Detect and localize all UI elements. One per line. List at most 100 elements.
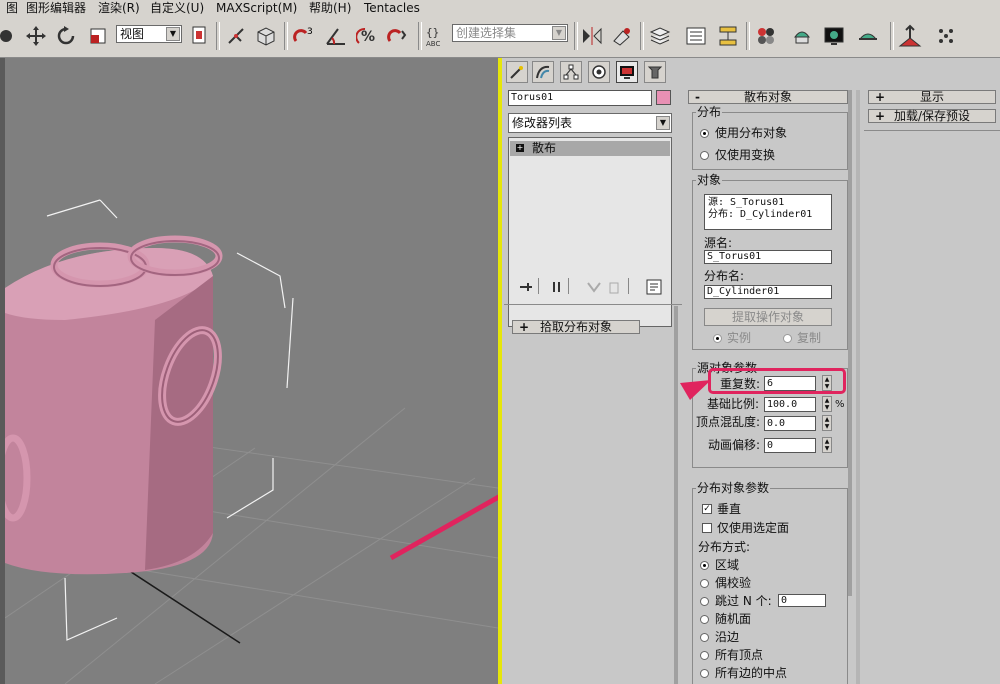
radio-skip-n[interactable] xyxy=(700,597,709,606)
object-name-field[interactable]: Torus01 xyxy=(508,90,652,106)
rendered-frame-icon[interactable] xyxy=(820,21,848,51)
highlight-box xyxy=(708,368,846,394)
pivot-center-icon[interactable] xyxy=(186,21,214,51)
radio-all-edge-midpoints[interactable] xyxy=(700,669,709,678)
chevron-down-icon: ▼ xyxy=(166,27,180,41)
extract-operand-button[interactable]: 提取操作对象 xyxy=(704,308,832,326)
scale-icon[interactable] xyxy=(84,21,112,51)
radio-copy[interactable] xyxy=(783,334,792,343)
right-scroll-track[interactable] xyxy=(856,90,860,684)
radio-use-dist-object[interactable] xyxy=(700,129,709,138)
scatter-scroll-track[interactable] xyxy=(848,90,852,596)
expand-sign-icon: + xyxy=(875,109,886,123)
label-skip-n: 跳过 N 个: xyxy=(715,594,772,608)
move-icon[interactable] xyxy=(22,21,50,51)
tab-modify[interactable] xyxy=(532,61,554,83)
hierarchy-tool-icon[interactable] xyxy=(896,21,924,51)
named-selection-combo[interactable]: 创建选择集 ▼ xyxy=(452,24,568,42)
checkbox-selected-faces[interactable] xyxy=(702,523,712,533)
snap-3d-icon[interactable]: 3 xyxy=(290,21,318,51)
rollout-pick-distribution[interactable]: + 拾取分布对象 xyxy=(512,320,640,334)
radio-area[interactable] xyxy=(700,561,709,570)
base-scale-spinner[interactable]: ▲ ▼ xyxy=(822,396,832,412)
box-icon[interactable] xyxy=(252,21,280,51)
menu-graph[interactable]: 图 xyxy=(6,1,18,16)
align-icon[interactable] xyxy=(608,21,636,51)
render-setup-icon[interactable] xyxy=(788,21,816,51)
vertex-chaos-field[interactable]: 0.0 xyxy=(764,416,816,431)
base-scale-field[interactable]: 100.0 xyxy=(764,397,816,412)
curve-editor-icon[interactable] xyxy=(682,21,710,51)
menu-customize[interactable]: 自定义(U) xyxy=(150,1,204,16)
label-vertex-chaos: 顶点混乱度: xyxy=(696,415,761,429)
spinner-snap-icon[interactable] xyxy=(384,21,412,51)
vertex-chaos-spinner[interactable]: ▲ ▼ xyxy=(822,415,832,431)
modifier-list-combo[interactable]: 修改器列表 ▼ xyxy=(508,113,672,133)
radio-random-faces[interactable] xyxy=(700,615,709,624)
object-color-swatch[interactable] xyxy=(656,90,671,105)
tab-utilities[interactable] xyxy=(644,61,666,83)
menu-bar: 图 图形编辑器 渲染(R) 自定义(U) MAXScript(M) 帮助(H) … xyxy=(0,0,1000,18)
source-name-field[interactable]: S_Torus01 xyxy=(704,250,832,264)
label-along-edges: 沿边 xyxy=(715,630,740,644)
mirror-icon[interactable] xyxy=(578,21,606,51)
svg-text:%: % xyxy=(361,29,375,45)
layers-icon[interactable] xyxy=(646,21,674,51)
edit-named-selection-icon[interactable]: {} ABC xyxy=(422,21,450,51)
group-objects-title: 对象 xyxy=(696,173,723,187)
skip-n-field[interactable]: 0 xyxy=(778,594,826,607)
modifier-stack[interactable]: + 散布 xyxy=(508,137,672,327)
expand-icon[interactable]: + xyxy=(516,144,524,152)
expand-sign-icon: + xyxy=(875,90,886,104)
label-even: 偶校验 xyxy=(715,576,752,590)
stack-divider xyxy=(628,278,629,294)
particles-icon[interactable] xyxy=(932,21,960,51)
anim-offset-spinner[interactable]: ▲ ▼ xyxy=(822,437,832,453)
label-transforms-only: 仅使用变换 xyxy=(715,148,776,162)
angle-snap-icon[interactable] xyxy=(322,21,350,51)
tab-display[interactable] xyxy=(616,61,638,83)
label-base-scale: 基础比例: xyxy=(707,397,760,411)
material-editor-icon[interactable] xyxy=(752,21,780,51)
stack-item-scatter[interactable]: + 散布 xyxy=(510,141,670,156)
objects-list-distribution[interactable]: 分布: D_Cylinder01 xyxy=(708,209,828,221)
radio-instance[interactable] xyxy=(713,334,722,343)
partial-icon[interactable] xyxy=(0,21,20,51)
tab-motion[interactable] xyxy=(588,61,610,83)
tab-hierarchy[interactable] xyxy=(560,61,582,83)
reference-coord-combo[interactable]: 视图 ▼ xyxy=(116,25,182,43)
menu-graph-editors[interactable]: 图形编辑器 xyxy=(26,1,86,16)
radio-transforms-only[interactable] xyxy=(700,151,709,160)
configure-sets-icon[interactable] xyxy=(646,279,662,298)
radio-all-vertices[interactable] xyxy=(700,651,709,660)
tab-create[interactable] xyxy=(506,61,528,83)
rollout-load-save-presets[interactable]: + 加载/保存预设 xyxy=(868,109,996,123)
radio-along-edges[interactable] xyxy=(700,633,709,642)
label-instance: 实例 xyxy=(727,331,752,345)
quick-render-icon[interactable] xyxy=(854,21,882,51)
svg-text:ABC: ABC xyxy=(426,40,440,48)
objects-list[interactable]: 源: S_Torus01 分布: D_Cylinder01 xyxy=(704,194,832,230)
left-scroll-track[interactable] xyxy=(674,306,678,684)
pin-stack-icon[interactable] xyxy=(518,280,534,297)
anim-offset-field[interactable]: 0 xyxy=(764,438,816,453)
dist-name-field[interactable]: D_Cylinder01 xyxy=(704,285,832,299)
menu-help[interactable]: 帮助(H) xyxy=(309,1,351,16)
objects-list-source[interactable]: 源: S_Torus01 xyxy=(708,197,828,209)
rollout-display[interactable]: + 显示 xyxy=(868,90,996,104)
perspective-viewport[interactable] xyxy=(5,58,498,684)
radio-even[interactable] xyxy=(700,579,709,588)
viewport-scene xyxy=(5,199,498,684)
percent-snap-icon[interactable]: % xyxy=(354,21,382,51)
menu-tentacles[interactable]: Tentacles xyxy=(364,1,420,16)
stack-divider xyxy=(568,278,569,294)
rotate-icon[interactable] xyxy=(52,21,80,51)
svg-text:3: 3 xyxy=(307,27,313,37)
menu-maxscript[interactable]: MAXScript(M) xyxy=(216,1,297,16)
select-manipulate-icon[interactable] xyxy=(222,21,250,51)
menu-rendering[interactable]: 渲染(R) xyxy=(98,1,140,16)
schematic-view-icon[interactable] xyxy=(714,21,742,51)
rollout-scatter-objects[interactable]: - 散布对象 xyxy=(688,90,848,104)
checkbox-perpendicular[interactable]: ✓ xyxy=(702,504,712,514)
show-end-result-icon[interactable] xyxy=(550,280,564,297)
